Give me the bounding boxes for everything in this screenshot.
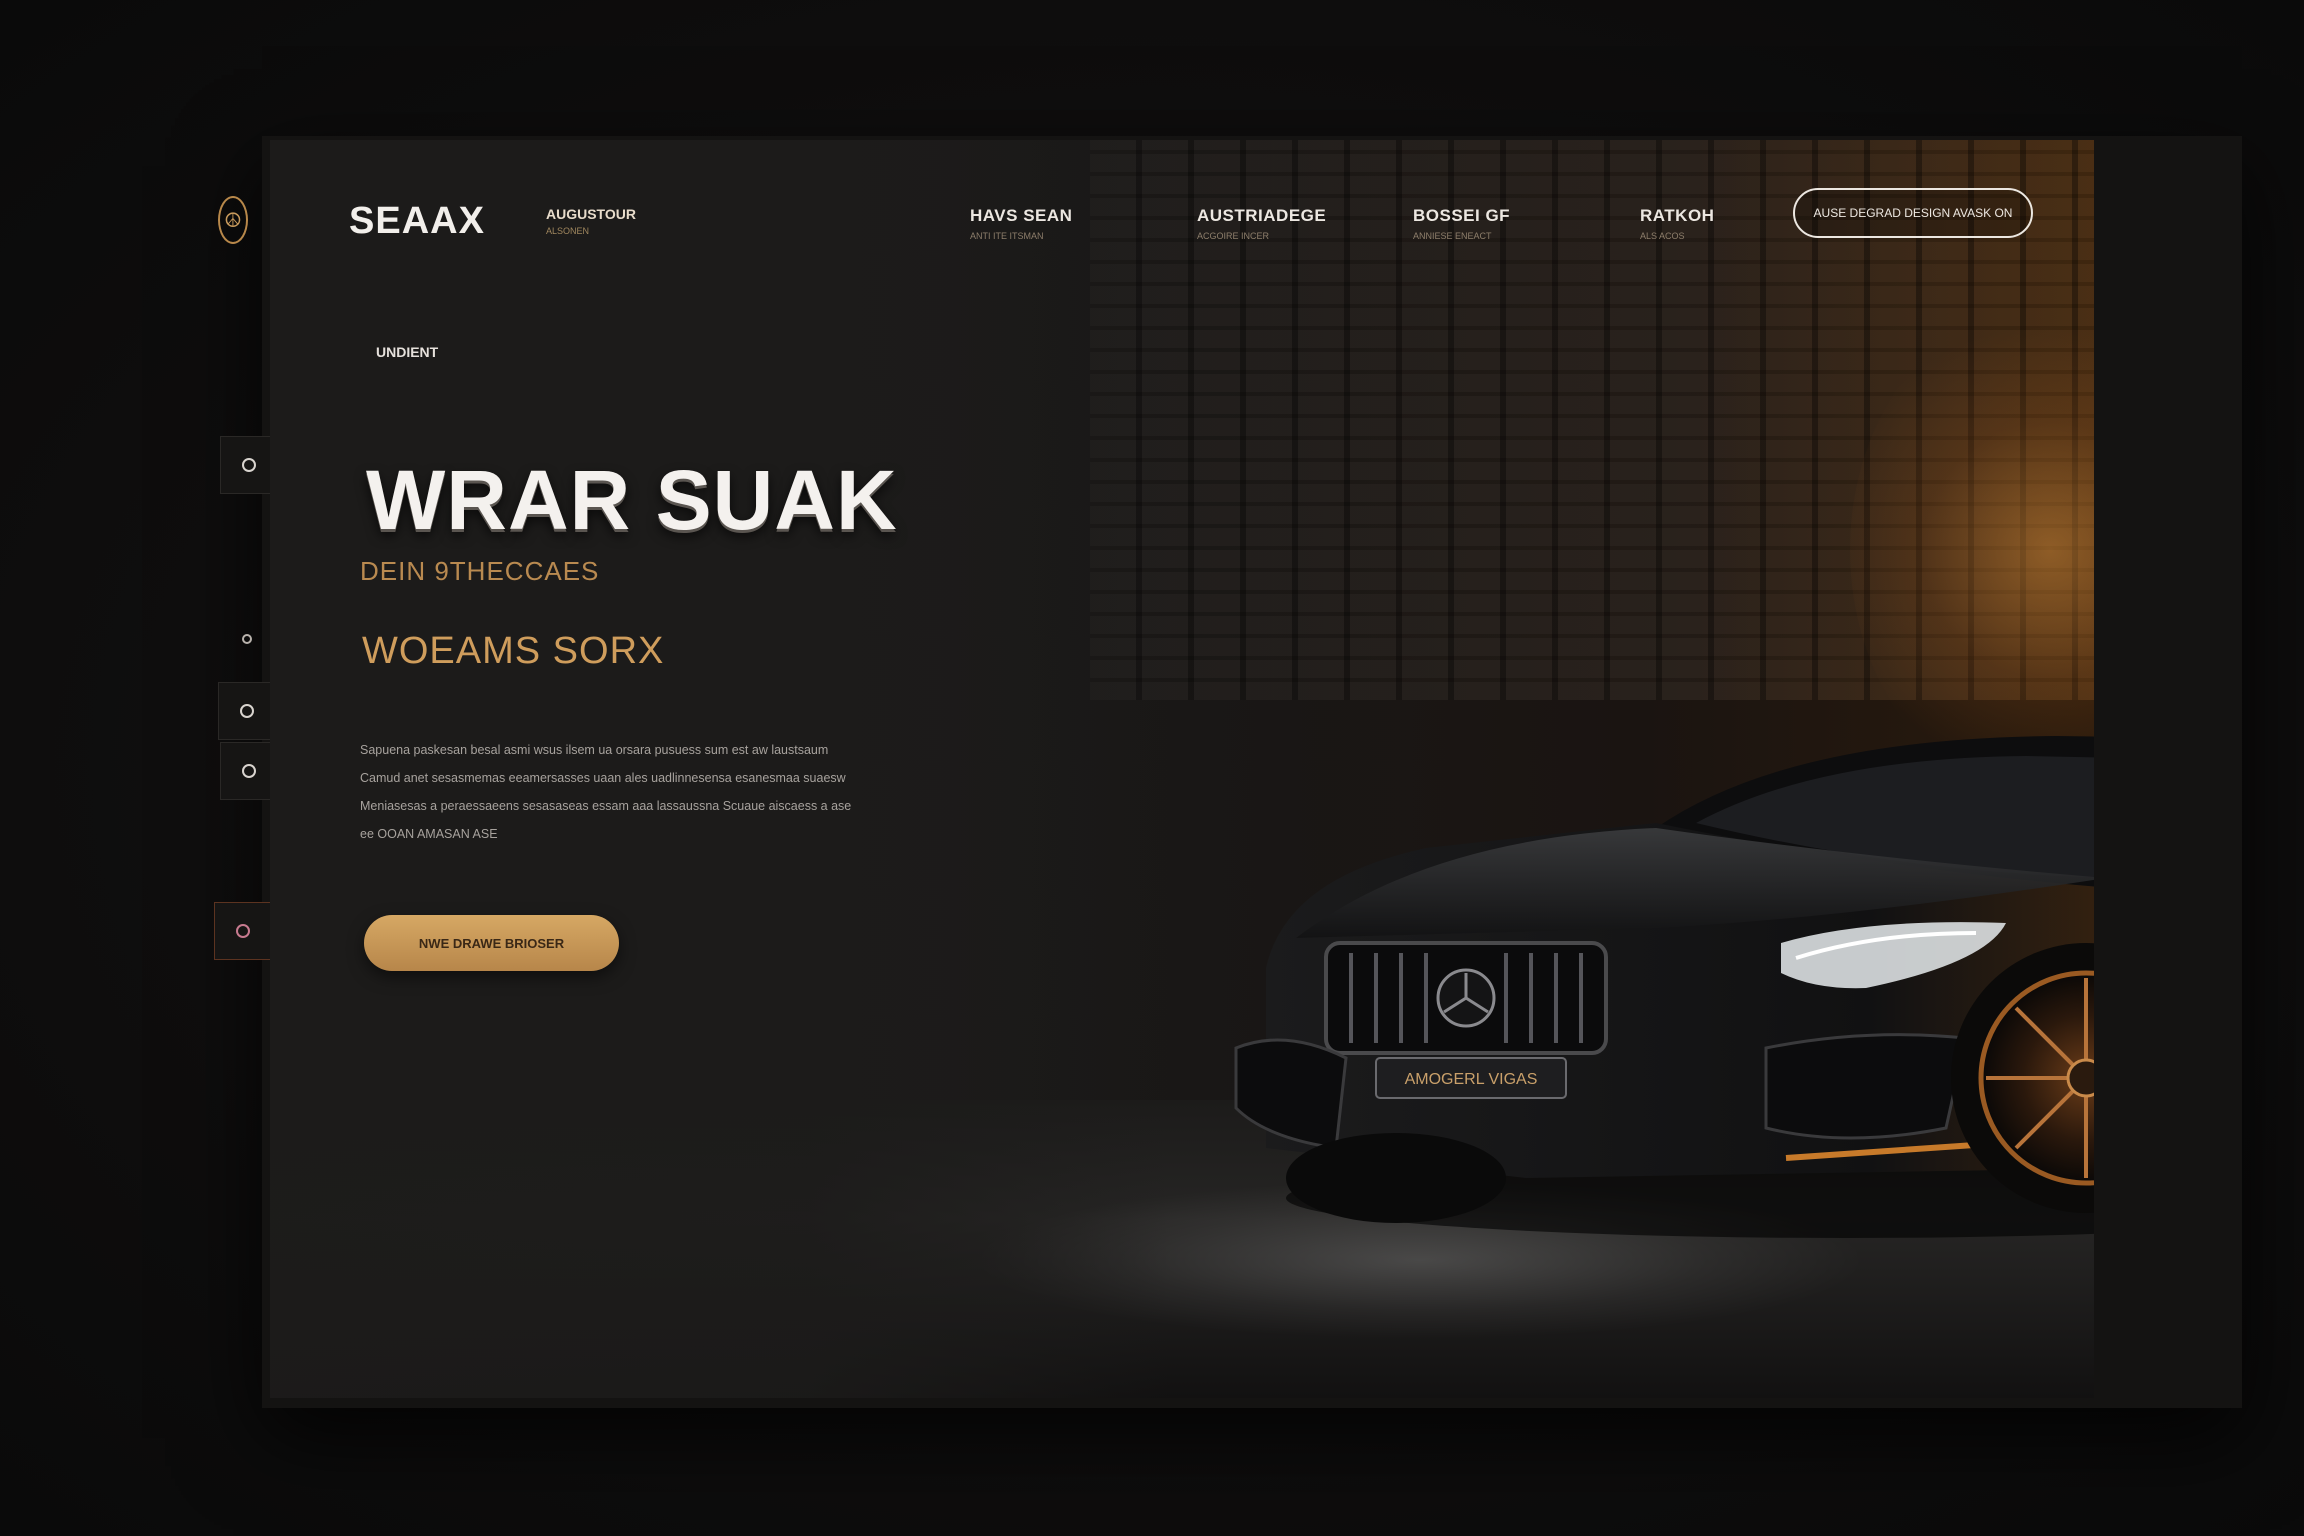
circle-icon [242,458,256,472]
brand-sub-label: AUGUSTOUR [546,206,636,222]
header-cta-button[interactable]: AUSE DEGRAD DESIGN AVASK ON [1793,188,2033,238]
hero-headline: WRAR SUAK [366,453,898,547]
nav-item-3[interactable]: BOSSEI GF ANNIESE ENEACT [1413,206,1510,241]
hero-tagline: WOEAMS SORX [362,630,665,672]
nav-item-caption: ACGOIRE INCER [1197,231,1270,241]
hero-body-copy: Sapuena paskesan besal asmi wsus ilsem u… [360,736,900,848]
hero-eyebrow: UNDIENT [376,344,439,360]
brand-sub-caption: ALSONEN [546,226,590,236]
circle-icon [240,704,254,718]
hero-cta-button[interactable]: NWE DRAWE BRIOSER [364,915,619,971]
license-plate: AMOGERL VIGAS [1405,1071,1538,1088]
rail-nav-item-5[interactable] [214,902,272,960]
brand-logo[interactable]: SEAAX [349,200,485,243]
nav-item-label: AUSTRIADEGE [1197,206,1327,225]
body-line: Camud anet sesasmemas eeamersasses uaan … [360,771,846,785]
nav-item-1[interactable]: HAVS SEAN ANTI ITE ITSMAN [970,206,1072,241]
hero-car-image: AMOGERL VIGAS [1234,736,2094,1238]
body-line: ee OOAN AMASAN ASE [360,827,498,841]
brand-emblem-icon[interactable]: ☮ [218,196,248,244]
nav-item-caption: ANNIESE ENEACT [1413,231,1492,241]
nav-item-2[interactable]: AUSTRIADEGE ACGOIRE INCER [1197,206,1326,241]
nav-item-4[interactable]: RATKOH ALS ACOS [1640,206,1714,241]
nav-item-caption: ALS ACOS [1640,231,1685,241]
rail-nav-item-2[interactable] [218,610,276,668]
circle-icon [242,764,256,778]
brand-tagline: AUGUSTOUR ALSONEN [546,206,636,236]
body-line: Sapuena paskesan besal asmi wsus ilsem u… [360,743,829,757]
nav-item-label: HAVS SEAN [970,206,1073,225]
circle-icon [236,924,250,938]
rail-nav-item-3[interactable] [218,682,276,740]
nav-item-label: BOSSEI GF [1413,206,1511,225]
hero-subhead: DEIN 9THECCAES [360,556,600,586]
nav-item-caption: ANTI ITE ITSMAN [970,231,1044,241]
body-line: Meniasesas a peraessaeens sesasaseas ess… [360,799,852,813]
circle-icon [242,634,252,644]
nav-item-label: RATKOH [1640,206,1715,225]
